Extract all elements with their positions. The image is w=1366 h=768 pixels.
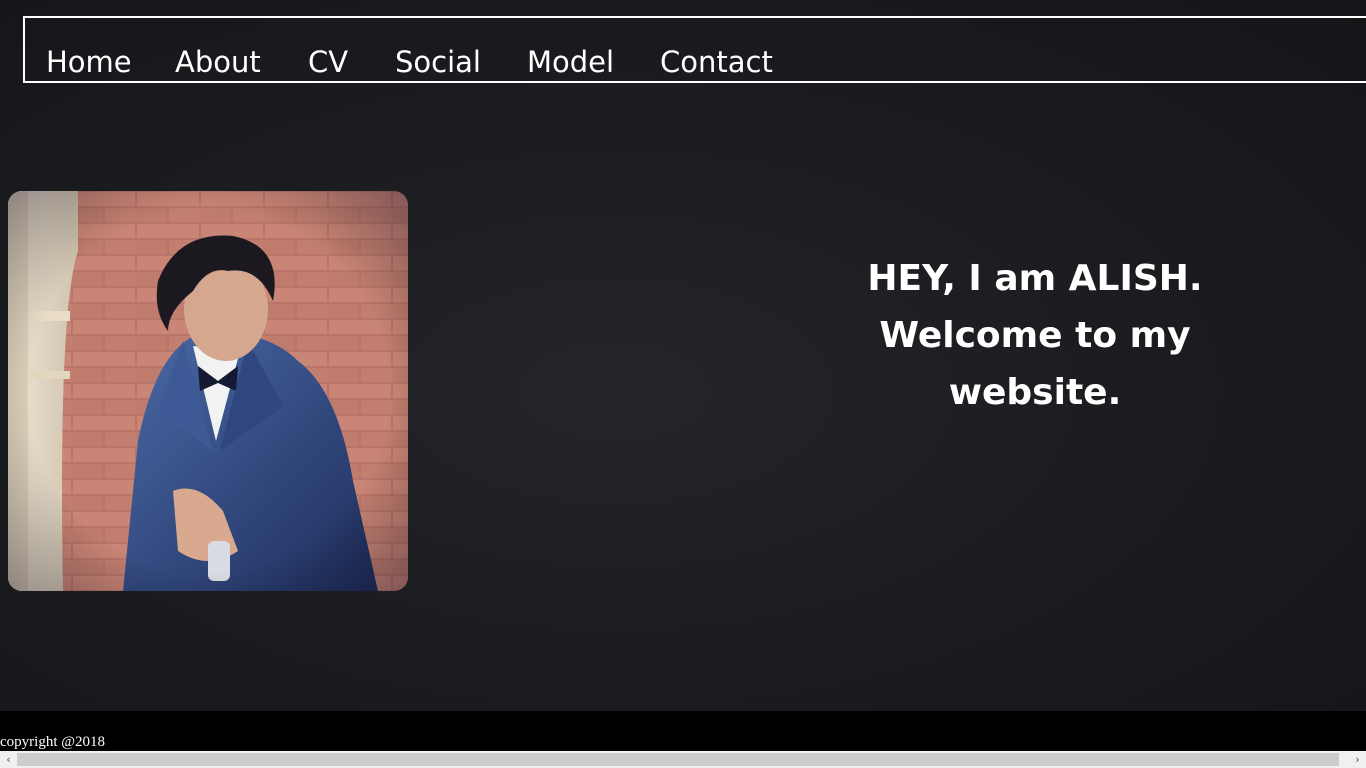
scroll-left-arrow-icon[interactable]: ‹ xyxy=(0,751,17,768)
welcome-headline: HEY, I am ALISH. Welcome to my website. xyxy=(805,250,1265,421)
horizontal-scrollbar[interactable]: ‹ › xyxy=(0,751,1366,768)
nav-about[interactable]: About xyxy=(175,44,261,80)
footer: copyright @2018 xyxy=(0,711,1366,751)
portrait-photo-icon xyxy=(8,191,408,591)
nav-model[interactable]: Model xyxy=(527,44,614,80)
headline-line: Welcome to my xyxy=(879,315,1191,356)
top-navigation: Home About CV Social Model Contact xyxy=(23,16,1366,83)
copyright-text: copyright @2018 xyxy=(0,734,106,750)
nav-home[interactable]: Home xyxy=(46,44,132,80)
scroll-right-arrow-icon[interactable]: › xyxy=(1349,751,1366,768)
nav-cv[interactable]: CV xyxy=(308,44,348,80)
page: Home About CV Social Model Contact HEY, … xyxy=(0,0,1366,768)
headline-line: website. xyxy=(948,372,1122,413)
scrollbar-thumb[interactable] xyxy=(17,753,1339,766)
profile-photo xyxy=(8,191,408,591)
nav-social[interactable]: Social xyxy=(395,44,481,80)
nav-contact[interactable]: Contact xyxy=(660,44,773,80)
headline-line: HEY, I am ALISH. xyxy=(867,258,1203,299)
